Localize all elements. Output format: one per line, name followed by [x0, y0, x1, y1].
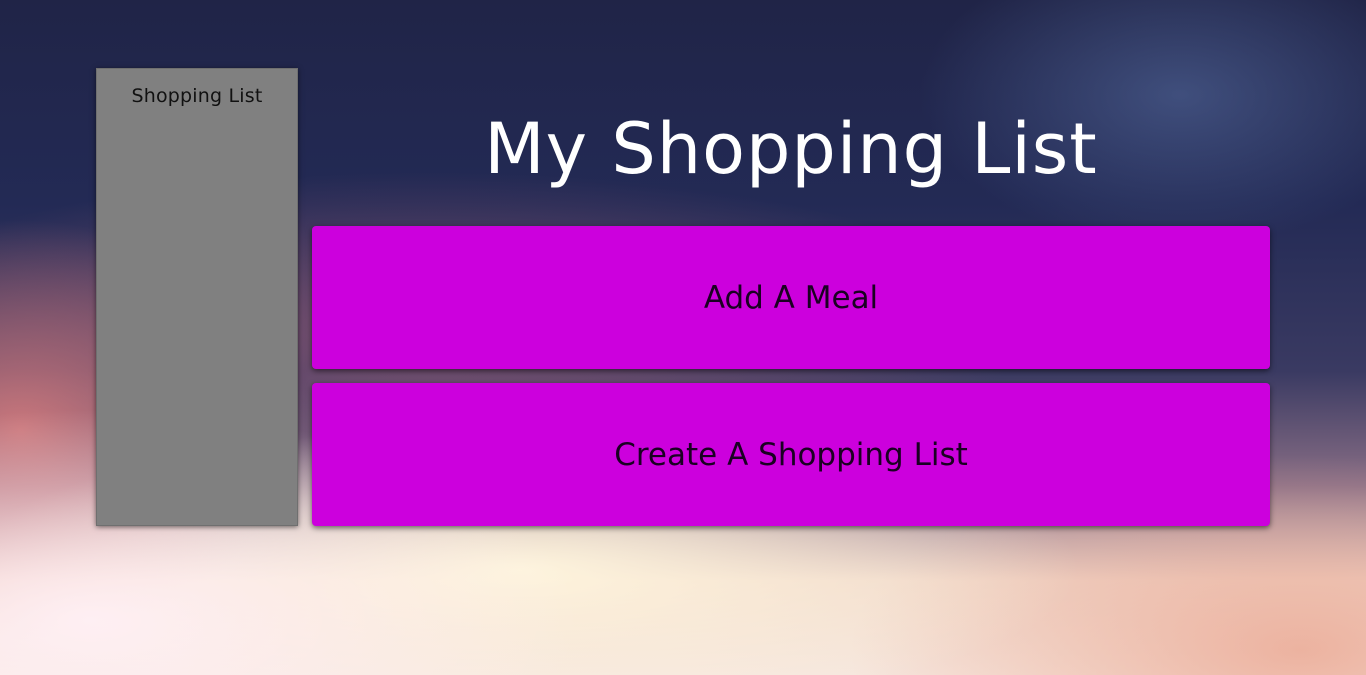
sidebar-title: Shopping List [131, 85, 263, 107]
page-title: My Shopping List [484, 108, 1098, 190]
create-shopping-list-button[interactable]: Create A Shopping List [312, 383, 1270, 526]
add-meal-button[interactable]: Add A Meal [312, 226, 1270, 369]
shopping-list-sidebar: Shopping List [96, 68, 298, 526]
